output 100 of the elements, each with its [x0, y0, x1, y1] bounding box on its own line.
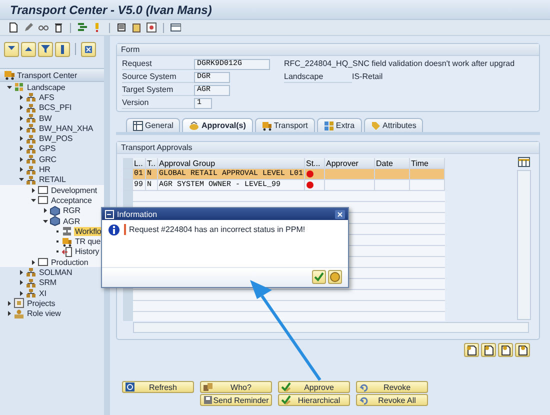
tree-item[interactable]: Workflo — [74, 226, 102, 236]
tree-item[interactable]: BW — [38, 114, 53, 123]
tree-item[interactable]: Landscape — [26, 82, 66, 92]
window-icon — [38, 257, 48, 268]
expand-arrow-icon[interactable] — [19, 136, 24, 142]
expand-all-icon[interactable] — [4, 42, 19, 56]
exit-door-icon — [62, 246, 72, 257]
insert-row-icon[interactable] — [464, 343, 479, 357]
server-group-icon — [26, 144, 36, 154]
expand-arrow-icon[interactable] — [19, 280, 24, 286]
server-group-icon — [26, 113, 36, 124]
dialog-title: Information — [117, 210, 158, 218]
expand-arrow-icon[interactable] — [7, 300, 12, 306]
tree-item[interactable]: AGR — [62, 216, 82, 226]
tree-item[interactable]: SOLMAN — [38, 268, 74, 277]
info-icon[interactable] — [55, 42, 70, 56]
tree-title: Transport Center — [17, 70, 78, 80]
field-value: IS-Retail — [352, 72, 384, 83]
collapse-all-icon[interactable] — [21, 42, 36, 56]
hierarchy-icon[interactable] — [77, 22, 88, 33]
tree-item[interactable]: Projects — [26, 298, 56, 308]
trash-icon[interactable] — [53, 22, 64, 33]
window-icon[interactable] — [170, 22, 181, 33]
action-button[interactable]: Who? — [200, 381, 272, 393]
tree-item[interactable]: RETAIL — [38, 175, 67, 184]
filter-icon[interactable] — [38, 42, 53, 56]
truck-icon — [62, 236, 72, 247]
tree-item[interactable]: BW_POS — [38, 134, 74, 144]
server-group-icon — [26, 164, 36, 175]
action-button[interactable]: Hierarchical — [278, 394, 350, 406]
help-icon[interactable] — [328, 270, 342, 284]
tab[interactable]: General — [126, 118, 180, 132]
tree-item[interactable]: AFS — [38, 92, 56, 102]
project-icon — [14, 298, 24, 308]
description-text: RFC_224804_HQ_SNC field validation doesn't work after upgrad — [284, 59, 515, 69]
tree-item[interactable]: BCS_PFI — [38, 103, 73, 112]
window-icon — [38, 185, 48, 196]
list-icon[interactable] — [116, 22, 127, 33]
expand-arrow-icon[interactable] — [31, 188, 36, 193]
tree-item[interactable]: GPS — [38, 144, 57, 154]
tree-item[interactable]: SRM — [38, 278, 58, 288]
action-button[interactable]: Revoke — [356, 381, 428, 393]
close-icon[interactable] — [335, 210, 345, 218]
action-button[interactable]: Send Reminder — [200, 394, 272, 406]
expand-arrow-icon[interactable] — [43, 208, 48, 214]
tree-item[interactable]: HR — [38, 165, 52, 174]
tree-item[interactable]: BW_HAN_XHA — [38, 124, 94, 133]
expand-arrow-icon[interactable] — [31, 260, 36, 265]
tab[interactable]: Attributes — [364, 118, 424, 132]
action-button[interactable]: Refresh — [122, 381, 194, 393]
truck-icon — [262, 120, 272, 130]
collapse-arrow-icon[interactable] — [43, 218, 48, 224]
delete-row-icon[interactable] — [498, 343, 513, 357]
expand-arrow-icon[interactable] — [19, 146, 24, 152]
server-group-icon — [26, 123, 36, 134]
record-icon[interactable] — [146, 22, 157, 33]
column-header[interactable]: Approval Group — [158, 158, 305, 169]
tree-item[interactable]: RGR — [62, 206, 82, 216]
new-document-icon[interactable] — [8, 22, 19, 33]
column-header[interactable]: St... — [305, 158, 325, 169]
expand-arrow-icon[interactable] — [19, 156, 24, 162]
column-settings-icon[interactable] — [518, 157, 530, 167]
tree-item[interactable]: XI — [38, 288, 48, 298]
vertical-scrollbar[interactable] — [517, 170, 531, 320]
collapse-arrow-icon[interactable] — [19, 177, 24, 182]
pencil-icon[interactable] — [23, 22, 34, 33]
table-cell — [410, 169, 445, 180]
column-header[interactable]: Date — [375, 158, 410, 169]
close-icon[interactable] — [81, 42, 96, 56]
horizontal-scrollbar[interactable] — [133, 322, 529, 333]
column-header[interactable]: Time — [410, 158, 445, 169]
action-button[interactable]: Approve — [278, 381, 350, 393]
clipboard-icon[interactable] — [131, 22, 142, 33]
field-label: Landscape — [284, 72, 352, 83]
tab[interactable]: Transport — [254, 118, 315, 132]
tag-icon — [370, 120, 381, 130]
expand-arrow-icon[interactable] — [19, 290, 24, 296]
collapse-arrow-icon[interactable] — [7, 84, 12, 90]
column-header[interactable]: Approver — [325, 158, 375, 169]
expand-arrow-icon[interactable] — [19, 270, 24, 275]
expand-arrow-icon[interactable] — [19, 167, 24, 172]
checkmark-icon[interactable] — [312, 270, 326, 284]
expand-arrow-icon[interactable] — [19, 105, 24, 110]
tab[interactable]: Extra — [316, 118, 362, 132]
append-row-icon[interactable] — [481, 343, 496, 357]
expand-arrow-icon[interactable] — [19, 126, 24, 131]
copy-row-icon[interactable] — [515, 343, 530, 357]
tree-item[interactable]: GRC — [38, 154, 58, 164]
tab[interactable]: Approval(s) — [182, 118, 253, 132]
tree-item[interactable]: Role view — [26, 309, 62, 318]
expand-arrow-icon[interactable] — [7, 311, 12, 316]
refresh-icon — [125, 382, 135, 392]
server-group-icon — [26, 102, 36, 113]
column-header[interactable]: T.. — [146, 158, 158, 169]
column-header[interactable]: L.. — [133, 158, 146, 169]
expand-arrow-icon[interactable] — [19, 116, 24, 121]
nodes-icon — [324, 120, 334, 130]
action-button[interactable]: Revoke All — [356, 394, 428, 406]
expand-arrow-icon[interactable] — [19, 94, 24, 100]
collapse-arrow-icon[interactable] — [31, 198, 36, 203]
